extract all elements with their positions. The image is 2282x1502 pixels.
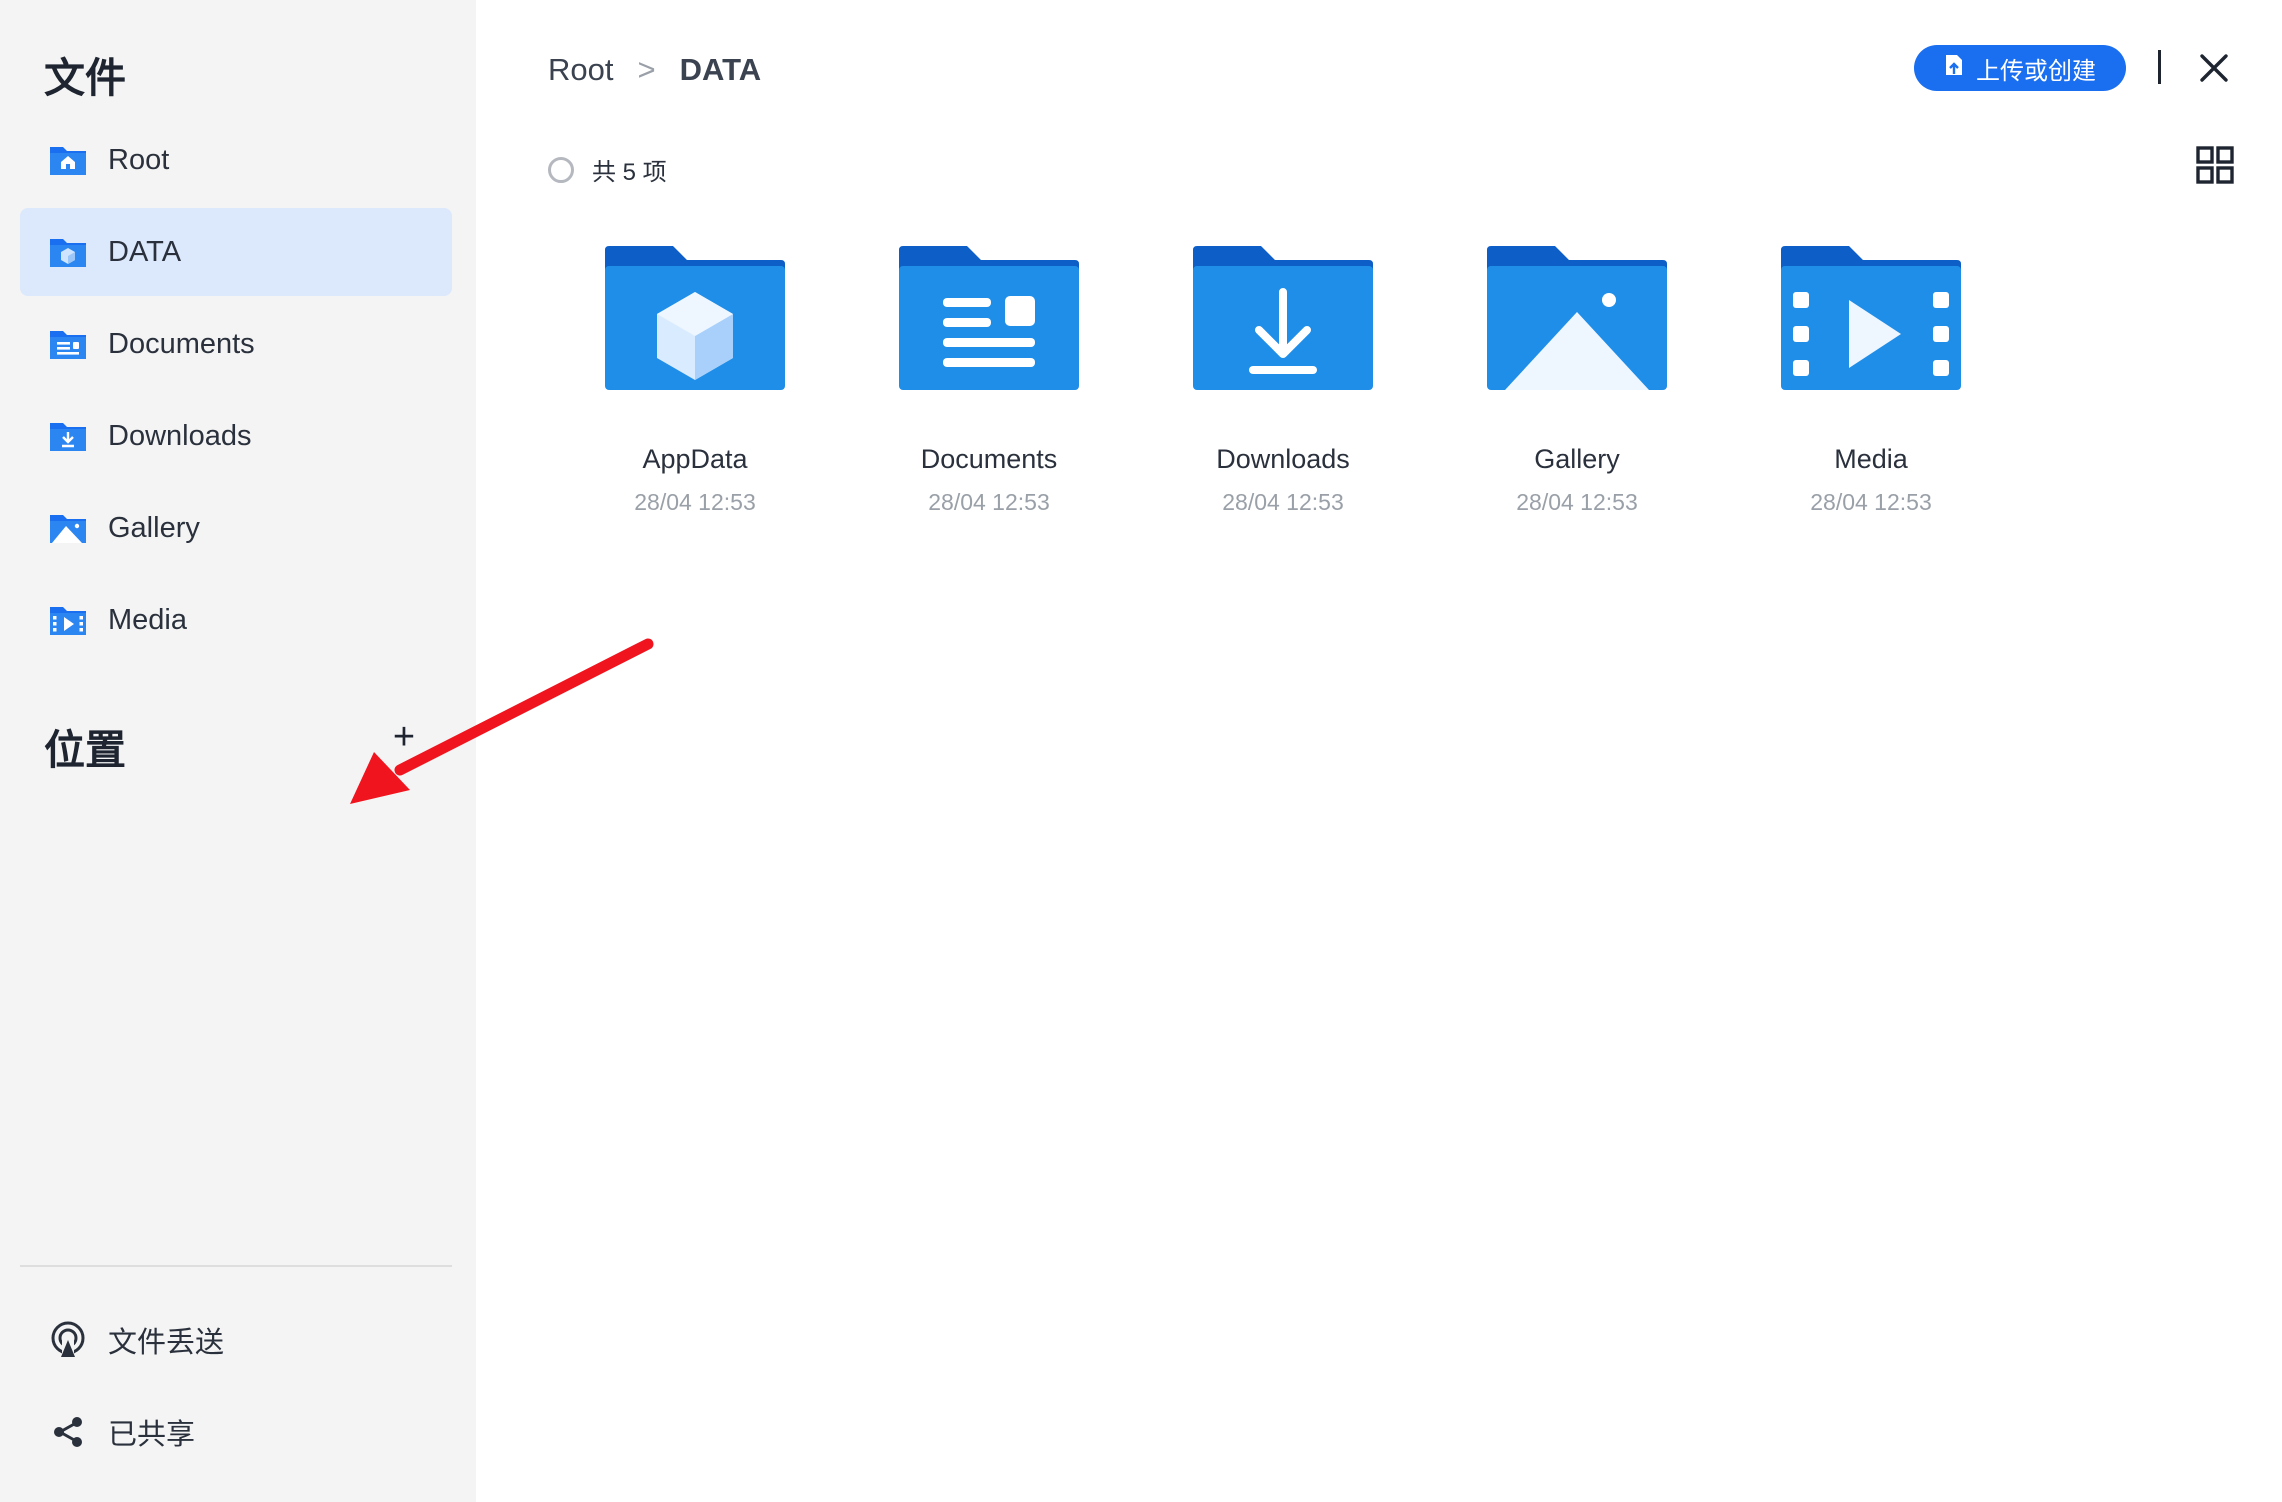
folder-name: Documents (920, 444, 1058, 474)
gallery-folder-icon (48, 510, 88, 546)
upload-file-icon (1944, 53, 1966, 84)
media-folder-icon (1781, 246, 1961, 390)
toolbar-separator (2158, 50, 2161, 84)
breadcrumb-separator: > (637, 52, 656, 87)
item-count: 共 5 项 (592, 159, 667, 186)
breadcrumb-root[interactable]: Root (548, 52, 613, 88)
sidebar-item-documents[interactable]: Documents (20, 300, 452, 388)
documents-folder-icon (899, 246, 1079, 390)
folder-item-documents[interactable]: Documents 28/04 12:53 (842, 246, 1136, 516)
locations-heading: 位置 (44, 727, 126, 773)
folder-name: Media (1834, 444, 1908, 474)
documents-folder-icon (48, 326, 88, 362)
close-icon[interactable] (2194, 48, 2234, 88)
folder-grid: AppData 28/04 12:53 Documents 28/04 12:5… (548, 246, 2018, 516)
upload-button-label: 上传或创建 (1976, 57, 2096, 85)
select-all[interactable]: 共 5 项 (548, 152, 667, 187)
home-folder-icon (48, 142, 88, 178)
breadcrumb: Root > DATA (548, 48, 761, 92)
sidebar-item-label: Documents (108, 327, 255, 360)
share-icon (48, 1414, 88, 1450)
select-all-radio[interactable] (548, 156, 574, 183)
folder-date: 28/04 12:53 (1222, 489, 1344, 515)
sidebar-item-label: 已共享 (108, 1419, 196, 1451)
sidebar-item-gallery[interactable]: Gallery (20, 484, 452, 572)
sidebar-item-label: DATA (108, 235, 182, 268)
sidebar-item-label: Gallery (108, 511, 200, 544)
folder-date: 28/04 12:53 (1810, 489, 1932, 515)
breadcrumb-current: DATA (679, 52, 762, 87)
folder-item-downloads[interactable]: Downloads 28/04 12:53 (1136, 246, 1430, 516)
media-folder-icon (48, 602, 88, 638)
files-heading: 文件 (44, 55, 126, 101)
sidebar-item-downloads[interactable]: Downloads (20, 392, 452, 480)
folder-item-appdata[interactable]: AppData 28/04 12:53 (548, 246, 842, 516)
folder-name: AppData (642, 444, 748, 474)
downloads-folder-icon (48, 418, 88, 454)
folder-item-media[interactable]: Media 28/04 12:53 (1724, 246, 2018, 516)
folder-name: Gallery (1534, 444, 1620, 474)
folder-item-gallery[interactable]: Gallery 28/04 12:53 (1430, 246, 1724, 516)
folder-date: 28/04 12:53 (928, 489, 1050, 515)
folder-date: 28/04 12:53 (1516, 489, 1638, 515)
sidebar-item-root[interactable]: Root (20, 116, 452, 204)
upload-or-create-button[interactable]: 上传或创建 (1914, 45, 2126, 91)
gallery-folder-icon (1487, 246, 1667, 390)
sidebar-item-label: Root (108, 143, 170, 176)
cube-folder-icon (48, 234, 88, 270)
sidebar-item-shared[interactable]: 已共享 (20, 1388, 452, 1476)
sidebar-item-file-drop[interactable]: 文件丢送 (20, 1296, 452, 1384)
annotation-arrow-icon (350, 638, 654, 804)
cube-folder-icon (605, 246, 785, 390)
grid-view-icon[interactable] (2196, 146, 2234, 184)
folder-date: 28/04 12:53 (634, 489, 756, 515)
folder-name: Downloads (1216, 444, 1350, 474)
sidebar-item-label: Media (108, 603, 187, 636)
sidebar-item-data[interactable]: DATA (20, 208, 452, 296)
downloads-folder-icon (1193, 246, 1373, 390)
airdrop-icon (48, 1321, 88, 1360)
sidebar-divider (20, 1265, 452, 1267)
sidebar-item-label: Downloads (108, 419, 252, 452)
sidebar-item-label: 文件丢送 (108, 1327, 225, 1359)
